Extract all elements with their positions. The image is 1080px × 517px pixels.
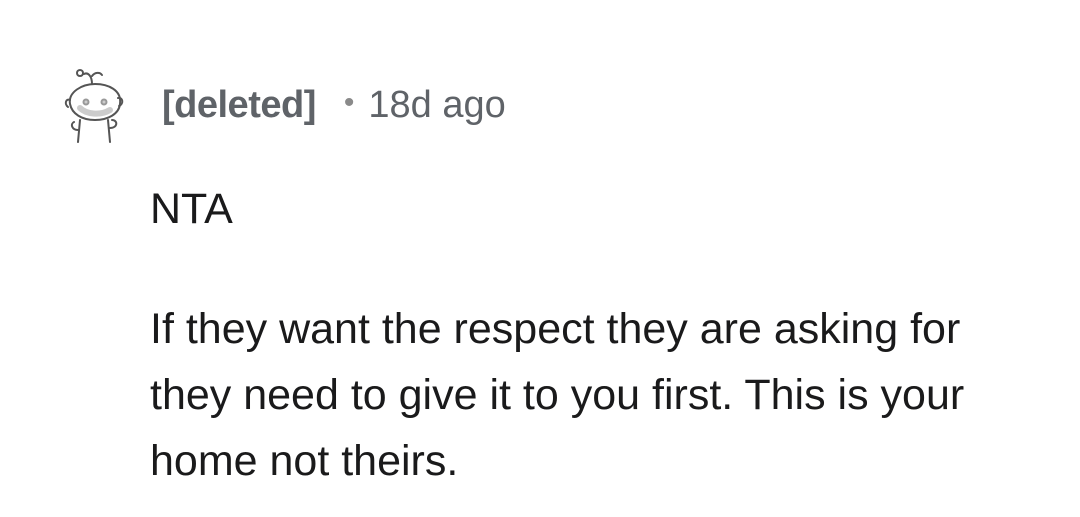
comment-meta: [deleted] • 18d ago <box>162 80 506 130</box>
meta-separator: • <box>343 86 355 119</box>
author-name[interactable]: [deleted] <box>162 84 316 127</box>
comment: [deleted] • 18d ago NTA If they want the… <box>0 0 1080 517</box>
deleted-user-snoo-icon <box>64 69 124 143</box>
comment-paragraph: If they want the respect they are asking… <box>150 305 965 485</box>
avatar[interactable] <box>62 62 128 146</box>
comment-timestamp: 18d ago <box>368 83 506 126</box>
comment-paragraph: NTA <box>150 185 233 233</box>
comment-body: NTA If they want the respect they are as… <box>150 176 1050 494</box>
